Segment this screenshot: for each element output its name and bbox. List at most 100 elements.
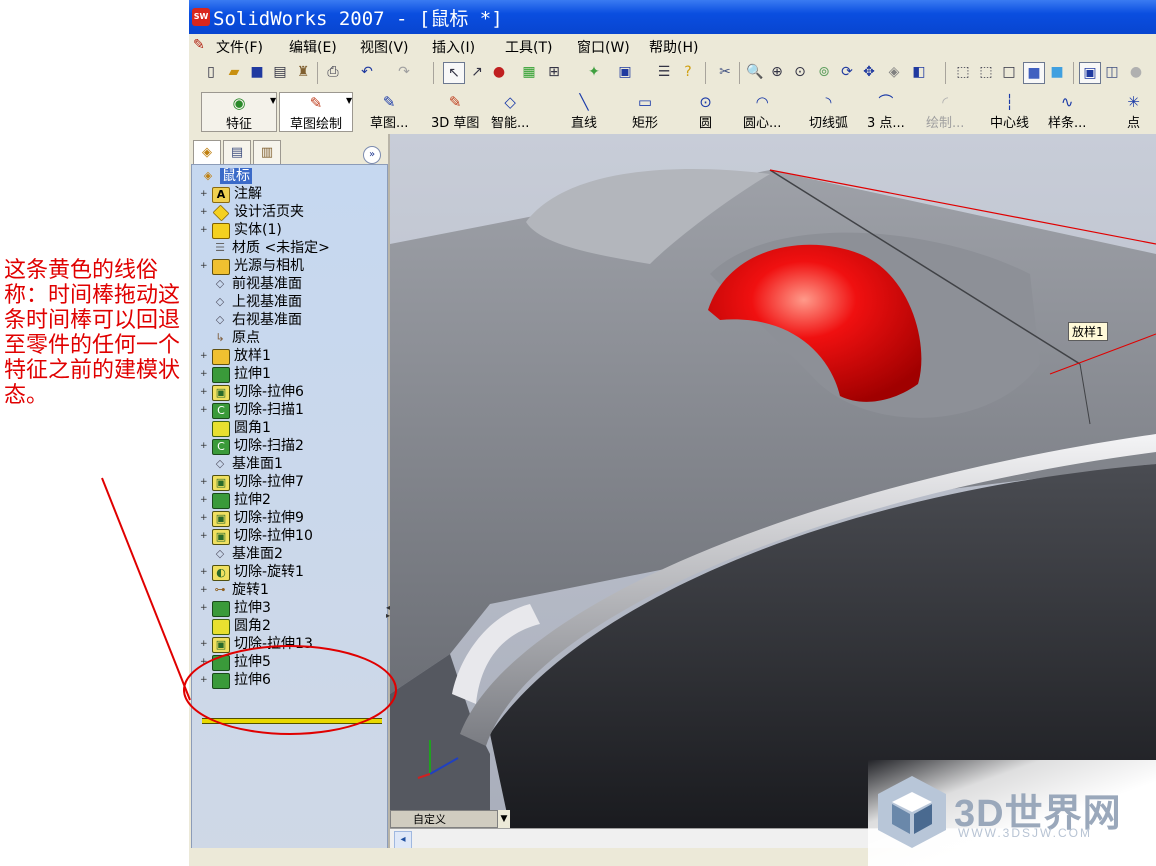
print-icon[interactable]: ⎙	[323, 62, 343, 82]
expand-plus-icon[interactable]: +	[200, 401, 210, 419]
tree-item[interactable]: + 光源与相机	[200, 257, 304, 275]
hidden-lines-removed-icon[interactable]: □	[999, 62, 1019, 82]
expand-plus-icon[interactable]: +	[200, 635, 210, 653]
tree-item[interactable]: ◇ 右视基准面	[200, 311, 302, 329]
tree-item[interactable]: + ◐ 切除-旋转1	[200, 563, 304, 581]
tree-item[interactable]: + ▣ 切除-拉伸9	[200, 509, 304, 527]
tree-item[interactable]: + C 切除-扫描1	[200, 401, 304, 419]
tree-item[interactable]: ◇ 前视基准面	[200, 275, 302, 293]
shadows-icon[interactable]: ▣	[1079, 62, 1101, 84]
expand-plus-icon[interactable]: +	[200, 203, 210, 221]
tree-item[interactable]: + 放样1	[200, 347, 271, 365]
property-manager-tab-icon[interactable]: ▤	[223, 140, 251, 166]
new-document-icon[interactable]: ▯	[201, 62, 221, 82]
expand-plus-icon[interactable]: +	[200, 185, 210, 203]
mass-properties-icon[interactable]: ✦	[584, 62, 604, 82]
expand-plus-icon[interactable]: +	[200, 437, 210, 455]
menu-insert[interactable]: 插入(I)	[432, 37, 475, 57]
tree-item[interactable]: + A 注解	[200, 185, 262, 203]
tree-item[interactable]: + ▣ 切除-拉伸10	[200, 527, 313, 545]
tree-item[interactable]: + ⊶ 旋转1	[200, 581, 269, 599]
redo-icon[interactable]: ↷	[394, 62, 414, 82]
tree-item[interactable]: + 拉伸5	[200, 653, 271, 671]
tree-item[interactable]: + ▣ 切除-拉伸6	[200, 383, 304, 401]
smart-dimension-button[interactable]: ◇ 智能...	[491, 92, 529, 131]
feature-callout-tag[interactable]: 放样1	[1068, 322, 1108, 341]
expand-plus-icon[interactable]: +	[200, 527, 210, 545]
sketch-draw-tab-button[interactable]: ✎ 草图绘制	[279, 92, 353, 132]
shaded-edges-icon[interactable]: ■	[1023, 62, 1045, 84]
help-icon[interactable]: ?	[678, 62, 698, 82]
menu-help[interactable]: 帮助(H)	[649, 37, 698, 57]
tree-item[interactable]: 圆角2	[200, 617, 271, 635]
tree-item[interactable]: + ▣ 切除-拉伸13	[200, 635, 313, 653]
expand-panel-icon[interactable]: »	[363, 146, 381, 164]
3-point-arc-button[interactable]: ⌒ 3 点...	[867, 92, 905, 131]
tree-item[interactable]: ◇ 基准面2	[200, 545, 283, 563]
expand-plus-icon[interactable]: +	[200, 671, 210, 689]
solidworks-logo-icon[interactable]: SW	[192, 8, 210, 26]
expand-plus-icon[interactable]: +	[200, 473, 210, 491]
expand-plus-icon[interactable]: +	[200, 347, 210, 365]
properties-icon[interactable]: ☰	[654, 62, 674, 82]
expand-plus-icon[interactable]: +	[200, 383, 210, 401]
menu-edit[interactable]: 编辑(E)	[289, 37, 337, 57]
tree-item[interactable]: ◇ 基准面1	[200, 455, 283, 473]
tree-item[interactable]: ☰ 材质 <未指定>	[200, 239, 330, 257]
document-menu-icon[interactable]: ✎	[193, 37, 205, 53]
perspective-icon[interactable]: ◫	[1102, 62, 1122, 82]
3d-sketch-button[interactable]: ✎ 3D 草图	[431, 92, 479, 131]
menu-file[interactable]: 文件(F)	[216, 37, 263, 57]
tree-item[interactable]: + 实体(1)	[200, 221, 282, 239]
rectangle-button[interactable]: ▭ 矩形	[632, 92, 658, 131]
tree-item[interactable]: + ▣ 切除-拉伸7	[200, 473, 304, 491]
tree-item[interactable]: + 拉伸2	[200, 491, 271, 509]
expand-plus-icon[interactable]: +	[200, 221, 210, 239]
title-bar[interactable]: SW SolidWorks 2007 - [鼠标 *]	[189, 0, 1156, 34]
centerpoint-arc-button[interactable]: ◠ 圆心...	[743, 92, 781, 131]
view-orientation-combo[interactable]: 自定义	[390, 810, 510, 828]
shaded-icon[interactable]: ■	[1047, 62, 1067, 82]
section-view-icon[interactable]: ✂	[715, 62, 735, 82]
tree-item[interactable]: + 拉伸6	[200, 671, 271, 689]
rebuild-traffic-light-icon[interactable]: ●	[489, 62, 509, 82]
zoom-area-icon[interactable]: ⊕	[767, 62, 787, 82]
view-orientation-icon[interactable]: ◧	[909, 62, 929, 82]
grid-icon[interactable]: ▦	[519, 62, 539, 82]
expand-plus-icon[interactable]: +	[200, 365, 210, 383]
open-folder-icon[interactable]: ▰	[224, 62, 244, 82]
line-button[interactable]: ╲ 直线	[571, 92, 597, 131]
zoom-selection-icon[interactable]: ⊚	[814, 62, 834, 82]
features-tab-button[interactable]: ◉ 特征	[201, 92, 277, 132]
features-dropdown-icon[interactable]: ▼	[270, 96, 276, 105]
tree-item[interactable]: ◇ 上视基准面	[200, 293, 302, 311]
standard-views-icon[interactable]: ◈	[884, 62, 904, 82]
view-layout-icon[interactable]: ▣	[615, 62, 635, 82]
centerline-button[interactable]: ┆ 中心线	[990, 92, 1029, 131]
pan-icon[interactable]: ✥	[859, 62, 879, 82]
menu-view[interactable]: 视图(V)	[360, 37, 409, 57]
menu-tools[interactable]: 工具(T)	[505, 37, 552, 57]
scroll-left-icon[interactable]: ◂	[394, 831, 412, 849]
tangent-arc-button[interactable]: ◝ 切线弧	[809, 92, 848, 131]
sketch-dropdown-icon[interactable]: ▼	[346, 96, 352, 105]
tree-item[interactable]: + 拉伸3	[200, 599, 271, 617]
tree-item[interactable]: + C 切除-扫描2	[200, 437, 304, 455]
wireframe-icon[interactable]: ⬚	[953, 62, 973, 82]
hidden-lines-visible-icon[interactable]: ⬚	[976, 62, 996, 82]
spline-button[interactable]: ∿ 样条...	[1048, 92, 1086, 131]
expand-plus-icon[interactable]: +	[200, 563, 210, 581]
tree-root-item[interactable]: ◈ 鼠标	[200, 167, 252, 185]
graphics-area[interactable]: 放样1 自定义 ▼	[390, 134, 1156, 828]
tree-item[interactable]: 圆角1	[200, 419, 271, 437]
sketch-fillet-button[interactable]: ◜ 绘制...	[926, 92, 964, 131]
view-combo-dropdown-icon[interactable]: ▼	[497, 810, 510, 828]
expand-plus-icon[interactable]: +	[200, 653, 210, 671]
tree-item[interactable]: + 设计活页夹	[200, 203, 304, 222]
select-other-icon[interactable]: ↗	[467, 62, 487, 82]
point-button[interactable]: ✳ 点	[1127, 92, 1140, 131]
expand-plus-icon[interactable]: +	[200, 491, 210, 509]
zoom-to-fit-icon[interactable]: 🔍	[745, 62, 765, 82]
sketch-button[interactable]: ✎ 草图...	[370, 92, 408, 131]
tree-item[interactable]: + 拉伸1	[200, 365, 271, 383]
